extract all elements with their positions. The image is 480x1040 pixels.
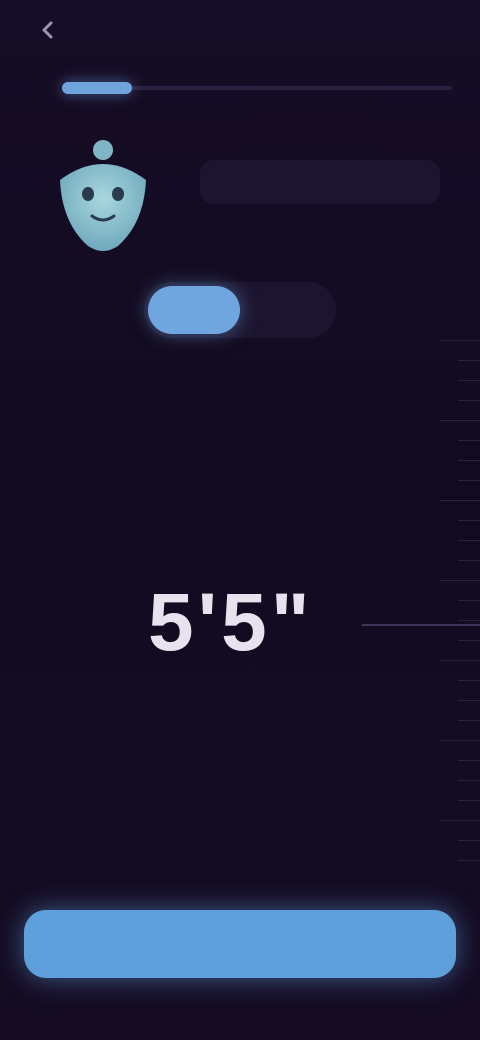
ruler-tick [458, 520, 480, 521]
onboarding-height-screen: 5'5" [0, 0, 480, 1040]
ruler-tick [458, 600, 480, 601]
ruler-tick [440, 660, 480, 661]
progress-bar [62, 78, 452, 102]
ruler-tick [458, 700, 480, 701]
unit-toggle [144, 282, 336, 338]
assistant-speech-bubble [200, 160, 440, 204]
ruler-tick [440, 740, 480, 741]
ruler-tick [458, 460, 480, 461]
ruler-tick [458, 640, 480, 641]
chevron-left-icon [42, 21, 53, 39]
ruler-tick [458, 620, 480, 621]
ruler-tick [458, 780, 480, 781]
ruler-tick [440, 420, 480, 421]
height-ruler[interactable] [410, 340, 480, 861]
mascot-image [48, 128, 158, 258]
progress-fill [62, 82, 132, 94]
ruler-tick [458, 840, 480, 841]
height-value: 5'5" [148, 577, 314, 668]
ruler-tick [440, 820, 480, 821]
continue-button[interactable] [24, 910, 456, 978]
ruler-tick [458, 860, 480, 861]
top-bar [0, 0, 480, 64]
ruler-tick [440, 340, 480, 341]
ruler-tick [458, 800, 480, 801]
ruler-tick [440, 580, 480, 581]
ruler-tick [458, 380, 480, 381]
ruler-tick [458, 400, 480, 401]
ruler-tick [458, 480, 480, 481]
ruler-tick [458, 680, 480, 681]
unit-option-imperial[interactable] [148, 286, 240, 334]
ruler-tick [458, 540, 480, 541]
mascot-icon [60, 140, 146, 251]
ruler-tick [458, 360, 480, 361]
ruler-tick [458, 720, 480, 721]
ruler-tick [458, 560, 480, 561]
ruler-tick [458, 440, 480, 441]
back-button[interactable] [30, 12, 66, 48]
unit-option-metric[interactable] [240, 286, 332, 334]
height-display: 5'5" [0, 560, 480, 680]
skip-link[interactable] [342, 20, 452, 44]
ruler-tick [458, 760, 480, 761]
ruler-tick [440, 500, 480, 501]
